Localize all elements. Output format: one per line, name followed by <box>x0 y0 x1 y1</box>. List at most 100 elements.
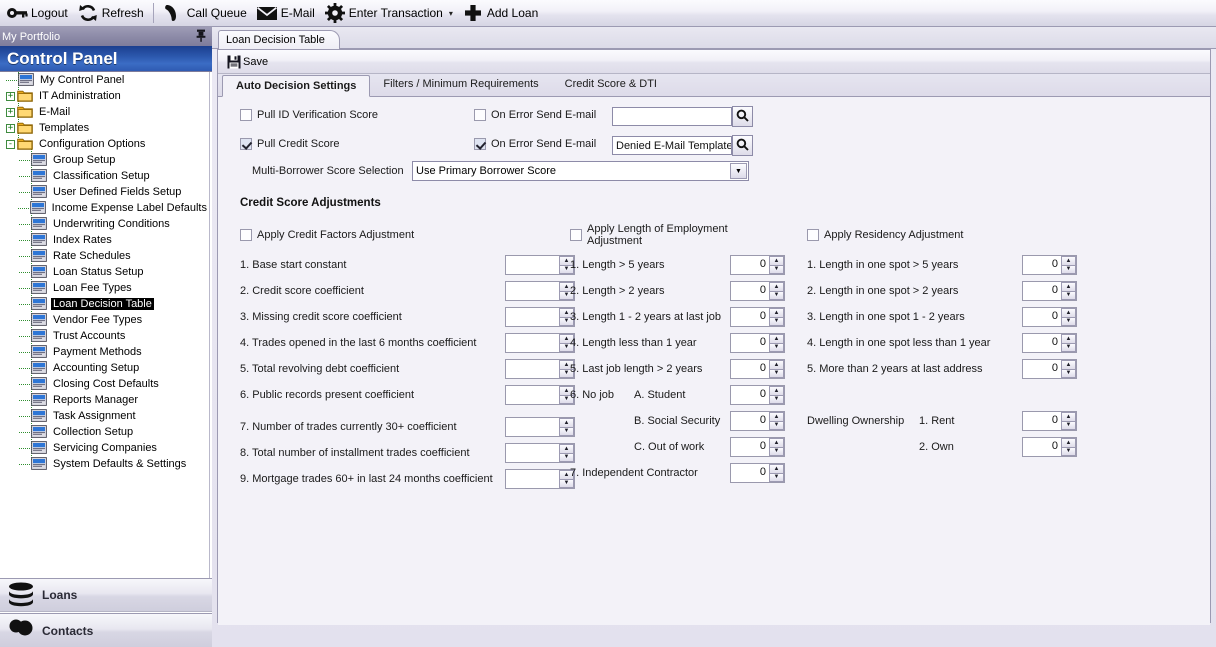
tab-filters-minimum-requirements[interactable]: Filters / Minimum Requirements <box>370 74 551 96</box>
residency-spinner-4-buttons[interactable]: ▲ ▼ <box>1061 334 1076 352</box>
spinner-down-icon[interactable]: ▼ <box>769 368 784 378</box>
spinner-down-icon[interactable]: ▼ <box>1061 420 1076 430</box>
tree-item-closing-cost-defaults[interactable]: Closing Cost Defaults <box>0 376 209 392</box>
residency-spinner-3-buttons[interactable]: ▲ ▼ <box>1061 308 1076 326</box>
dwelling-spinner-1[interactable]: 0 ▲ ▼ <box>1022 411 1077 431</box>
tree-item-accounting-setup[interactable]: Accounting Setup <box>0 360 209 376</box>
credit-factor-spinner-2[interactable]: ▲ ▼ <box>505 281 575 301</box>
spinner-up-icon[interactable]: ▲ <box>769 412 784 421</box>
tree-item-trust-accounts[interactable]: Trust Accounts <box>0 328 209 344</box>
tree-item-collection-setup[interactable]: Collection Setup <box>0 424 209 440</box>
toolbar-button-call-queue[interactable]: Call Queue <box>160 1 254 25</box>
dwelling-spinner-1-buttons[interactable]: ▲ ▼ <box>1061 412 1076 430</box>
employment-spinner-1-buttons[interactable]: ▲ ▼ <box>769 256 784 274</box>
employment-spinner-3-buttons[interactable]: ▲ ▼ <box>769 308 784 326</box>
spinner-down-icon[interactable]: ▼ <box>769 446 784 456</box>
tab-auto-decision-settings[interactable]: Auto Decision Settings <box>222 75 371 97</box>
residency-spinner-5-buttons[interactable]: ▲ ▼ <box>1061 360 1076 378</box>
spinner-up-icon[interactable]: ▲ <box>1061 334 1076 343</box>
employment-spinner-2-buttons[interactable]: ▲ ▼ <box>769 282 784 300</box>
tree-collapse-icon[interactable]: - <box>6 139 15 149</box>
pin-icon[interactable] <box>196 29 206 45</box>
apply-length-of-employment-adjustment-checkbox[interactable] <box>570 229 582 241</box>
credit-factor-spinner-5[interactable]: ▲ ▼ <box>505 359 575 379</box>
sidebar-nav-contacts[interactable]: Contacts <box>0 613 212 647</box>
tree-item-classification-setup[interactable]: Classification Setup <box>0 168 209 184</box>
spinner-up-icon[interactable]: ▲ <box>769 360 784 369</box>
spinner-down-icon[interactable]: ▼ <box>1061 342 1076 352</box>
spinner-down-icon[interactable]: ▼ <box>1061 316 1076 326</box>
on-error-send-email-row-2[interactable]: On Error Send E-mail <box>474 138 596 150</box>
tree-item-e-mail[interactable]: + E-Mail <box>0 104 209 120</box>
tree-item-underwriting-conditions[interactable]: Underwriting Conditions <box>0 216 209 232</box>
employment-spinner-6[interactable]: 0 ▲ ▼ <box>730 385 785 405</box>
spinner-down-icon[interactable]: ▼ <box>1061 290 1076 300</box>
tree-item-loan-decision-table[interactable]: Loan Decision Table <box>0 296 209 312</box>
employment-spinner-7[interactable]: 0 ▲ ▼ <box>730 411 785 431</box>
spinner-up-icon[interactable]: ▲ <box>769 386 784 395</box>
tree-item-configuration-options[interactable]: - Configuration Options <box>0 136 209 152</box>
on-error-send-email-checkbox-1[interactable] <box>474 109 486 121</box>
on-error-send-email-row-1[interactable]: On Error Send E-mail <box>474 109 596 121</box>
on-error-email-search-button-2[interactable] <box>732 135 753 156</box>
spinner-down-icon[interactable]: ▼ <box>769 420 784 430</box>
residency-spinner-5[interactable]: 0 ▲ ▼ <box>1022 359 1077 379</box>
spinner-up-icon[interactable]: ▲ <box>769 308 784 317</box>
residency-spinner-1-buttons[interactable]: ▲ ▼ <box>1061 256 1076 274</box>
on-error-email-search-button-1[interactable] <box>732 106 753 127</box>
credit-factor-spinner-9[interactable]: ▲ ▼ <box>505 469 575 489</box>
tree-expand-icon[interactable]: + <box>6 123 15 133</box>
spinner-up-icon[interactable]: ▲ <box>769 282 784 291</box>
pull-credit-score-row[interactable]: Pull Credit Score <box>240 138 340 150</box>
chevron-down-icon[interactable]: ▼ <box>730 163 747 179</box>
employment-spinner-8[interactable]: 0 ▲ ▼ <box>730 437 785 457</box>
tree-item-group-setup[interactable]: Group Setup <box>0 152 209 168</box>
document-tab-loan-decision-table[interactable]: Loan Decision Table <box>218 30 340 50</box>
apply-length-of-employment-adjustment-row[interactable]: Apply Length of Employment Adjustment <box>570 223 785 247</box>
employment-spinner-2[interactable]: 0 ▲ ▼ <box>730 281 785 301</box>
apply-credit-factors-adjustment-checkbox[interactable] <box>240 229 252 241</box>
pull-id-verification-checkbox[interactable] <box>240 109 252 121</box>
tree-expand-icon[interactable]: + <box>6 91 15 101</box>
toolbar-button-add-loan[interactable]: Add Loan <box>460 1 545 25</box>
credit-factor-spinner-4[interactable]: ▲ ▼ <box>505 333 575 353</box>
employment-spinner-3[interactable]: 0 ▲ ▼ <box>730 307 785 327</box>
spinner-up-icon[interactable]: ▲ <box>1061 412 1076 421</box>
credit-factor-spinner-8[interactable]: ▲ ▼ <box>505 443 575 463</box>
spinner-down-icon[interactable]: ▼ <box>1061 368 1076 378</box>
spinner-down-icon[interactable]: ▼ <box>769 264 784 274</box>
spinner-up-icon[interactable]: ▲ <box>769 438 784 447</box>
employment-spinner-6-buttons[interactable]: ▲ ▼ <box>769 386 784 404</box>
apply-residency-adjustment-checkbox[interactable] <box>807 229 819 241</box>
tree-expand-icon[interactable]: + <box>6 107 15 117</box>
apply-credit-factors-adjustment-row[interactable]: Apply Credit Factors Adjustment <box>240 224 575 246</box>
toolbar-button-enter-transaction[interactable]: Enter Transaction ▾ <box>322 1 460 25</box>
tree-item-loan-status-setup[interactable]: Loan Status Setup <box>0 264 209 280</box>
spinner-down-icon[interactable]: ▼ <box>769 394 784 404</box>
tree-item-user-defined-fields-setup[interactable]: User Defined Fields Setup <box>0 184 209 200</box>
credit-factor-spinner-1[interactable]: ▲ ▼ <box>505 255 575 275</box>
sidebar-nav-loans[interactable]: Loans <box>0 578 212 612</box>
employment-spinner-5-buttons[interactable]: ▲ ▼ <box>769 360 784 378</box>
spinner-up-icon[interactable]: ▲ <box>769 256 784 265</box>
on-error-email-template-input-2[interactable]: Denied E-Mail Template <box>612 136 732 155</box>
pull-credit-score-checkbox[interactable] <box>240 138 252 150</box>
tree-item-loan-fee-types[interactable]: Loan Fee Types <box>0 280 209 296</box>
spinner-down-icon[interactable]: ▼ <box>1061 264 1076 274</box>
toolbar-button-email[interactable]: E-Mail <box>254 1 322 25</box>
spinner-down-icon[interactable]: ▼ <box>769 290 784 300</box>
residency-spinner-2[interactable]: 0 ▲ ▼ <box>1022 281 1077 301</box>
employment-spinner-5[interactable]: 0 ▲ ▼ <box>730 359 785 379</box>
spinner-down-icon[interactable]: ▼ <box>769 472 784 482</box>
credit-factor-spinner-7[interactable]: ▲ ▼ <box>505 417 575 437</box>
residency-spinner-2-buttons[interactable]: ▲ ▼ <box>1061 282 1076 300</box>
tree-item-task-assignment[interactable]: Task Assignment <box>0 408 209 424</box>
spinner-up-icon[interactable]: ▲ <box>1061 438 1076 447</box>
navigation-tree[interactable]: My Control Panel + IT Administration + E-Mai… <box>0 72 210 580</box>
tree-item-index-rates[interactable]: Index Rates <box>0 232 209 248</box>
employment-spinner-4[interactable]: 0 ▲ ▼ <box>730 333 785 353</box>
chevron-down-icon[interactable]: ▾ <box>449 9 453 18</box>
residency-spinner-3[interactable]: 0 ▲ ▼ <box>1022 307 1077 327</box>
spinner-up-icon[interactable]: ▲ <box>1061 282 1076 291</box>
employment-spinner-9[interactable]: 0 ▲ ▼ <box>730 463 785 483</box>
